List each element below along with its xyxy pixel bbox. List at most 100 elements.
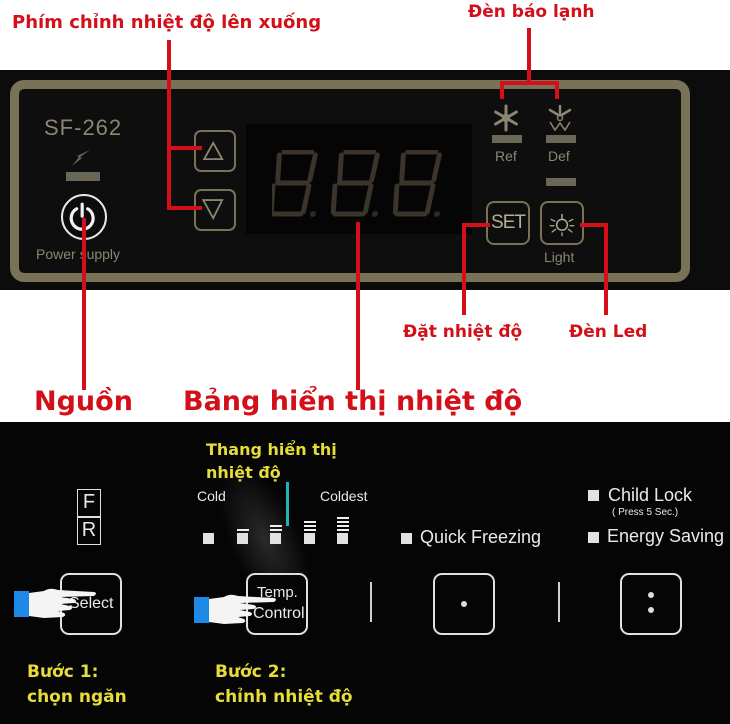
ref-led — [492, 135, 522, 143]
power-led — [66, 172, 100, 181]
divider-2 — [558, 582, 560, 622]
pointing-hand-icon-step2 — [194, 594, 276, 624]
label-power: Nguồn — [34, 386, 133, 417]
scale-level-4 — [303, 533, 315, 544]
def-label: Def — [548, 148, 570, 164]
label-set-temp: Đặt nhiệt độ — [403, 322, 523, 342]
scale-bar — [303, 529, 316, 531]
leader-set-horizontal — [462, 223, 490, 227]
quick-freezing-indicator — [401, 533, 412, 544]
compartment-refrigerator: R — [77, 517, 101, 545]
scale-pointer — [286, 482, 289, 526]
model-number: SF-262 — [44, 115, 123, 140]
scale-bar — [303, 521, 316, 523]
scale-bar — [337, 521, 349, 523]
down-arrow-icon — [201, 199, 224, 221]
leader-adjust-down — [167, 206, 202, 210]
decimal-point — [371, 211, 379, 217]
child-lock-label: Child Lock — [608, 485, 693, 505]
set-button[interactable]: SET — [486, 201, 530, 245]
scale-level-3 — [270, 533, 281, 544]
scale-bar — [270, 529, 282, 531]
step2-title: Bước 2: — [215, 662, 287, 682]
def-led — [546, 135, 576, 143]
step2-desc: chỉnh nhiệt độ — [215, 687, 353, 707]
digit-segment — [307, 152, 318, 183]
freezer-letter: F — [82, 491, 96, 513]
refrigerator-letter: R — [81, 519, 97, 541]
digit-segment — [275, 152, 282, 183]
energy-saving-indicator — [588, 532, 599, 543]
energy-saving-label: Energy Saving — [607, 526, 725, 546]
quick-freezing-label: Quick Freezing — [420, 527, 542, 547]
scale-bar — [337, 517, 349, 519]
label-led-light: Đèn Led — [569, 322, 648, 342]
quick-freezing-button[interactable] — [433, 573, 495, 635]
decimal-point — [433, 211, 441, 217]
seven-segment-digits — [272, 150, 442, 217]
scale-bar — [270, 525, 282, 527]
snowflake-icon — [494, 104, 518, 132]
scale-bar — [236, 529, 249, 531]
scale-level-5 — [337, 533, 348, 544]
divider-1 — [370, 582, 372, 622]
digit-segment — [392, 183, 400, 215]
digit-segment — [272, 183, 276, 215]
scale-title-line1: Thang hiển thị — [206, 440, 337, 459]
compartment-freezer: F — [77, 489, 101, 517]
display-digit — [272, 150, 318, 217]
bulb-icon — [549, 214, 575, 237]
temp-down-button[interactable] — [194, 189, 236, 231]
scale-cold-label: Cold — [197, 488, 226, 504]
set-button-label: SET — [491, 212, 526, 233]
leader-set-vertical — [462, 223, 466, 315]
display-digit — [330, 150, 380, 217]
digit-segment — [337, 152, 344, 183]
defrost-icon — [548, 104, 572, 132]
light-button[interactable] — [540, 201, 584, 245]
digit-segment — [300, 183, 312, 215]
digit-segment — [431, 152, 442, 183]
child-lock-energy-button[interactable] — [620, 573, 682, 635]
step1-desc: chọn ngăn — [27, 687, 127, 707]
double-dot-icon-top — [648, 592, 654, 598]
decimal-point — [309, 211, 317, 217]
scale-title-line2: nhiệt độ — [206, 463, 281, 482]
digit-segment — [330, 183, 338, 215]
leader-adjust-up — [167, 146, 202, 150]
pointing-hand-icon-step1 — [14, 588, 96, 618]
leader-cold-vertical — [527, 28, 531, 84]
scale-level-2 — [236, 533, 248, 544]
display-digit — [392, 150, 442, 217]
scale-level-1 — [203, 533, 214, 544]
label-cold-indicator: Đèn báo lạnh — [468, 2, 595, 22]
leader-light-vertical — [604, 223, 608, 315]
lightning-icon — [72, 150, 90, 166]
digit-segment — [362, 183, 374, 215]
scale-bar — [337, 529, 349, 531]
power-supply-label: Power supply — [36, 246, 121, 262]
leader-cold-horizontal — [500, 81, 557, 85]
digit-segment — [369, 152, 380, 183]
leader-cold-def — [555, 81, 559, 99]
child-lock-hint: ( Press 5 Sec.) — [612, 507, 679, 518]
step1-title: Bước 1: — [27, 662, 99, 682]
single-dot-icon — [461, 601, 467, 607]
leader-adjust-vertical — [167, 40, 171, 210]
leader-power — [82, 218, 86, 390]
light-led — [546, 178, 576, 186]
double-dot-icon-bottom — [648, 607, 654, 613]
up-arrow-icon — [202, 140, 224, 161]
child-lock-indicator — [588, 490, 599, 501]
label-display: Bảng hiển thị nhiệt độ — [183, 386, 523, 417]
light-label: Light — [544, 249, 575, 265]
temp-up-button[interactable] — [194, 130, 236, 172]
scale-coldest-label: Coldest — [320, 488, 368, 504]
digit-segment — [424, 183, 436, 215]
leader-display — [356, 222, 360, 390]
scale-bar — [337, 525, 349, 527]
digit-segment — [399, 152, 406, 183]
ref-label: Ref — [495, 148, 517, 164]
leader-cold-ref — [500, 81, 504, 99]
scale-bar — [303, 525, 316, 527]
